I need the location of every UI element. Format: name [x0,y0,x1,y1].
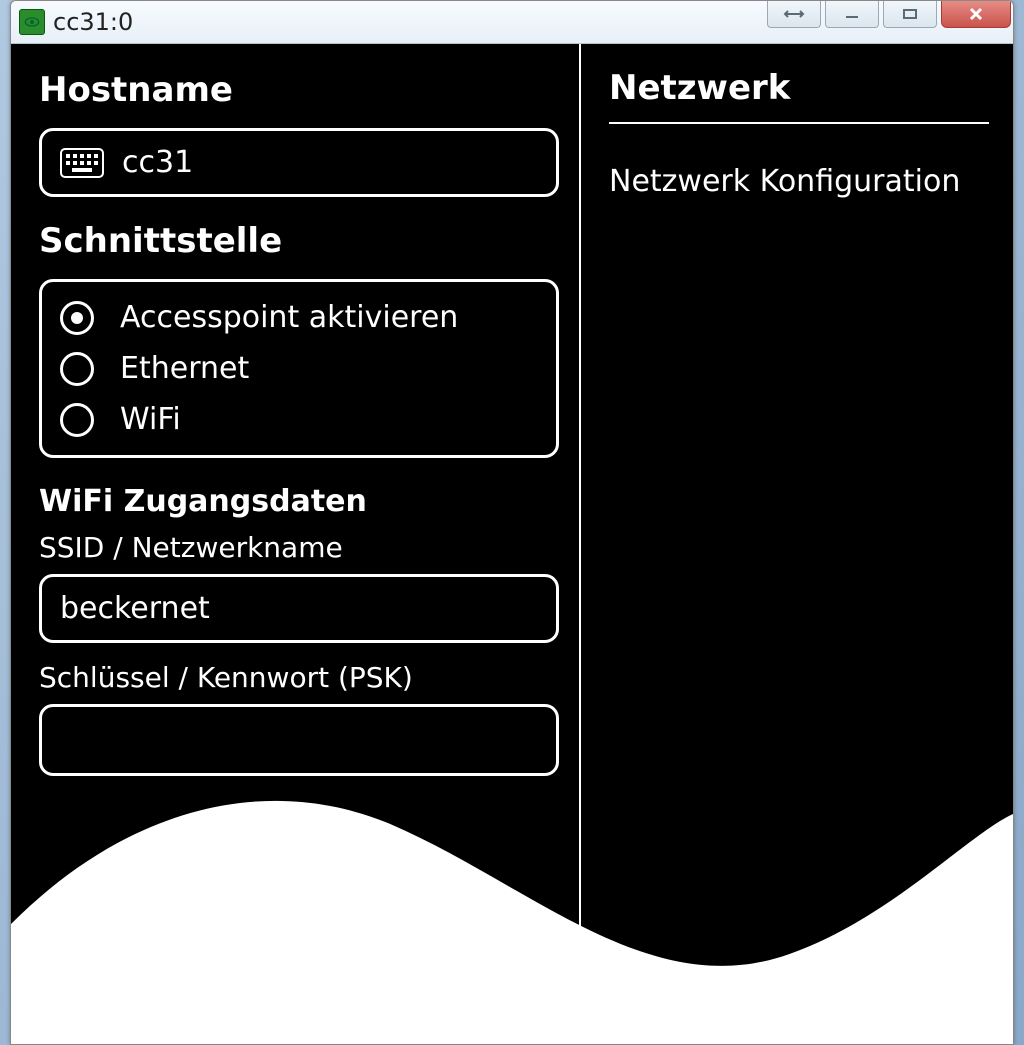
radio-icon [60,403,94,437]
window-controls [763,1,1013,33]
interface-radio-group: Accesspoint aktivieren Ethernet WiFi [39,279,559,458]
radio-wifi[interactable]: WiFi [60,394,538,445]
radio-label: WiFi [120,402,181,437]
keyboard-icon [60,148,104,178]
main-panel: Hostname cc31 Schnittstelle [11,44,579,1044]
radio-accesspoint[interactable]: Accesspoint aktivieren [60,292,538,343]
side-item-network-config[interactable]: Netzwerk Konfiguration [609,162,989,203]
maximize-button[interactable] [883,1,937,28]
ssid-field[interactable]: beckernet [39,574,559,643]
hostname-value: cc31 [122,145,193,180]
app-icon [19,9,45,35]
radio-label: Accesspoint aktivieren [120,300,458,335]
side-panel: Netzwerk Netzwerk Konfiguration [579,44,1013,1044]
minimize-button[interactable] [825,1,879,28]
radio-ethernet[interactable]: Ethernet [60,343,538,394]
radio-icon [60,301,94,335]
interface-heading: Schnittstelle [39,221,559,261]
ssid-label: SSID / Netzwerkname [39,531,559,564]
resize-button[interactable] [767,1,821,28]
psk-label: Schlüssel / Kennwort (PSK) [39,661,559,694]
window-title: cc31:0 [53,8,133,36]
close-button[interactable] [941,1,1011,28]
hostname-field[interactable]: cc31 [39,128,559,197]
app-window: cc31:0 Hostname [10,0,1014,1045]
radio-icon [60,352,94,386]
wifi-heading: WiFi Zugangsdaten [39,484,559,519]
radio-label: Ethernet [120,351,249,386]
psk-field[interactable] [39,704,559,776]
hostname-heading: Hostname [39,70,559,110]
titlebar: cc31:0 [11,1,1013,44]
side-title: Netzwerk [609,68,989,124]
ssid-value: beckernet [60,591,210,626]
client-area: Hostname cc31 Schnittstelle [11,44,1013,1044]
